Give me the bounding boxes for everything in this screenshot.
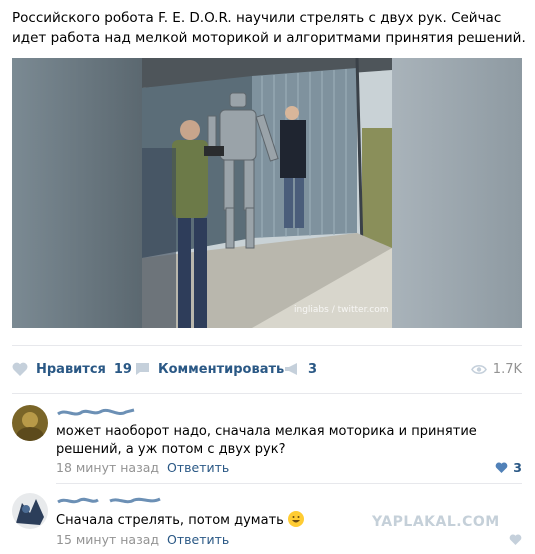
comment-icon bbox=[135, 362, 150, 376]
comment-button[interactable]: Комментировать bbox=[135, 358, 284, 380]
divider bbox=[12, 393, 522, 394]
share-count: 3 bbox=[308, 361, 318, 377]
comment-item: может наоборот надо, сначала мелкая мото… bbox=[12, 405, 522, 477]
smile-emoji-icon bbox=[287, 511, 304, 527]
heart-icon bbox=[495, 462, 508, 473]
heart-icon bbox=[12, 362, 28, 376]
like-button[interactable]: Нравится 19 bbox=[12, 358, 132, 380]
megaphone-icon bbox=[284, 362, 300, 376]
site-watermark: YAPLAKAL.COM bbox=[372, 514, 500, 530]
comment-label: Комментировать bbox=[158, 361, 285, 377]
like-label: Нравится bbox=[36, 361, 106, 377]
comment-like-button[interactable] bbox=[509, 534, 522, 545]
reply-button[interactable]: Ответить bbox=[167, 532, 229, 547]
like-count: 19 bbox=[113, 361, 132, 377]
heart-icon bbox=[509, 534, 522, 545]
post-photo[interactable]: ingliabs / twitter.com bbox=[12, 58, 522, 328]
comment-like-count: 3 bbox=[513, 460, 522, 475]
views-count: 1.7K bbox=[492, 361, 522, 377]
comment-like-button[interactable]: 3 bbox=[495, 460, 522, 475]
comment-time[interactable]: 18 минут назад bbox=[56, 460, 159, 475]
divider bbox=[12, 345, 522, 346]
avatar[interactable] bbox=[12, 405, 48, 441]
comment-text: может наоборот надо, сначала мелкая мото… bbox=[56, 424, 477, 457]
divider bbox=[56, 483, 522, 484]
comment-author[interactable] bbox=[56, 405, 136, 421]
comment-time[interactable]: 15 минут назад bbox=[56, 532, 159, 547]
comment-meta: 15 минут назад Ответить bbox=[56, 532, 229, 547]
reply-button[interactable]: Ответить bbox=[167, 460, 229, 475]
share-button[interactable]: 3 bbox=[284, 358, 317, 380]
eye-icon bbox=[470, 364, 487, 375]
comment-meta: 18 минут назад Ответить bbox=[56, 460, 229, 475]
post-text: Российского робота F. E. D.O.R. научили … bbox=[12, 10, 526, 46]
views-counter: 1.7K bbox=[470, 358, 522, 380]
avatar[interactable] bbox=[12, 493, 48, 529]
post-actions: Нравится 19 Комментировать 3 1.7K bbox=[12, 358, 522, 380]
comment-author[interactable] bbox=[56, 493, 166, 509]
photo-watermark: ingliabs / twitter.com bbox=[294, 305, 389, 315]
